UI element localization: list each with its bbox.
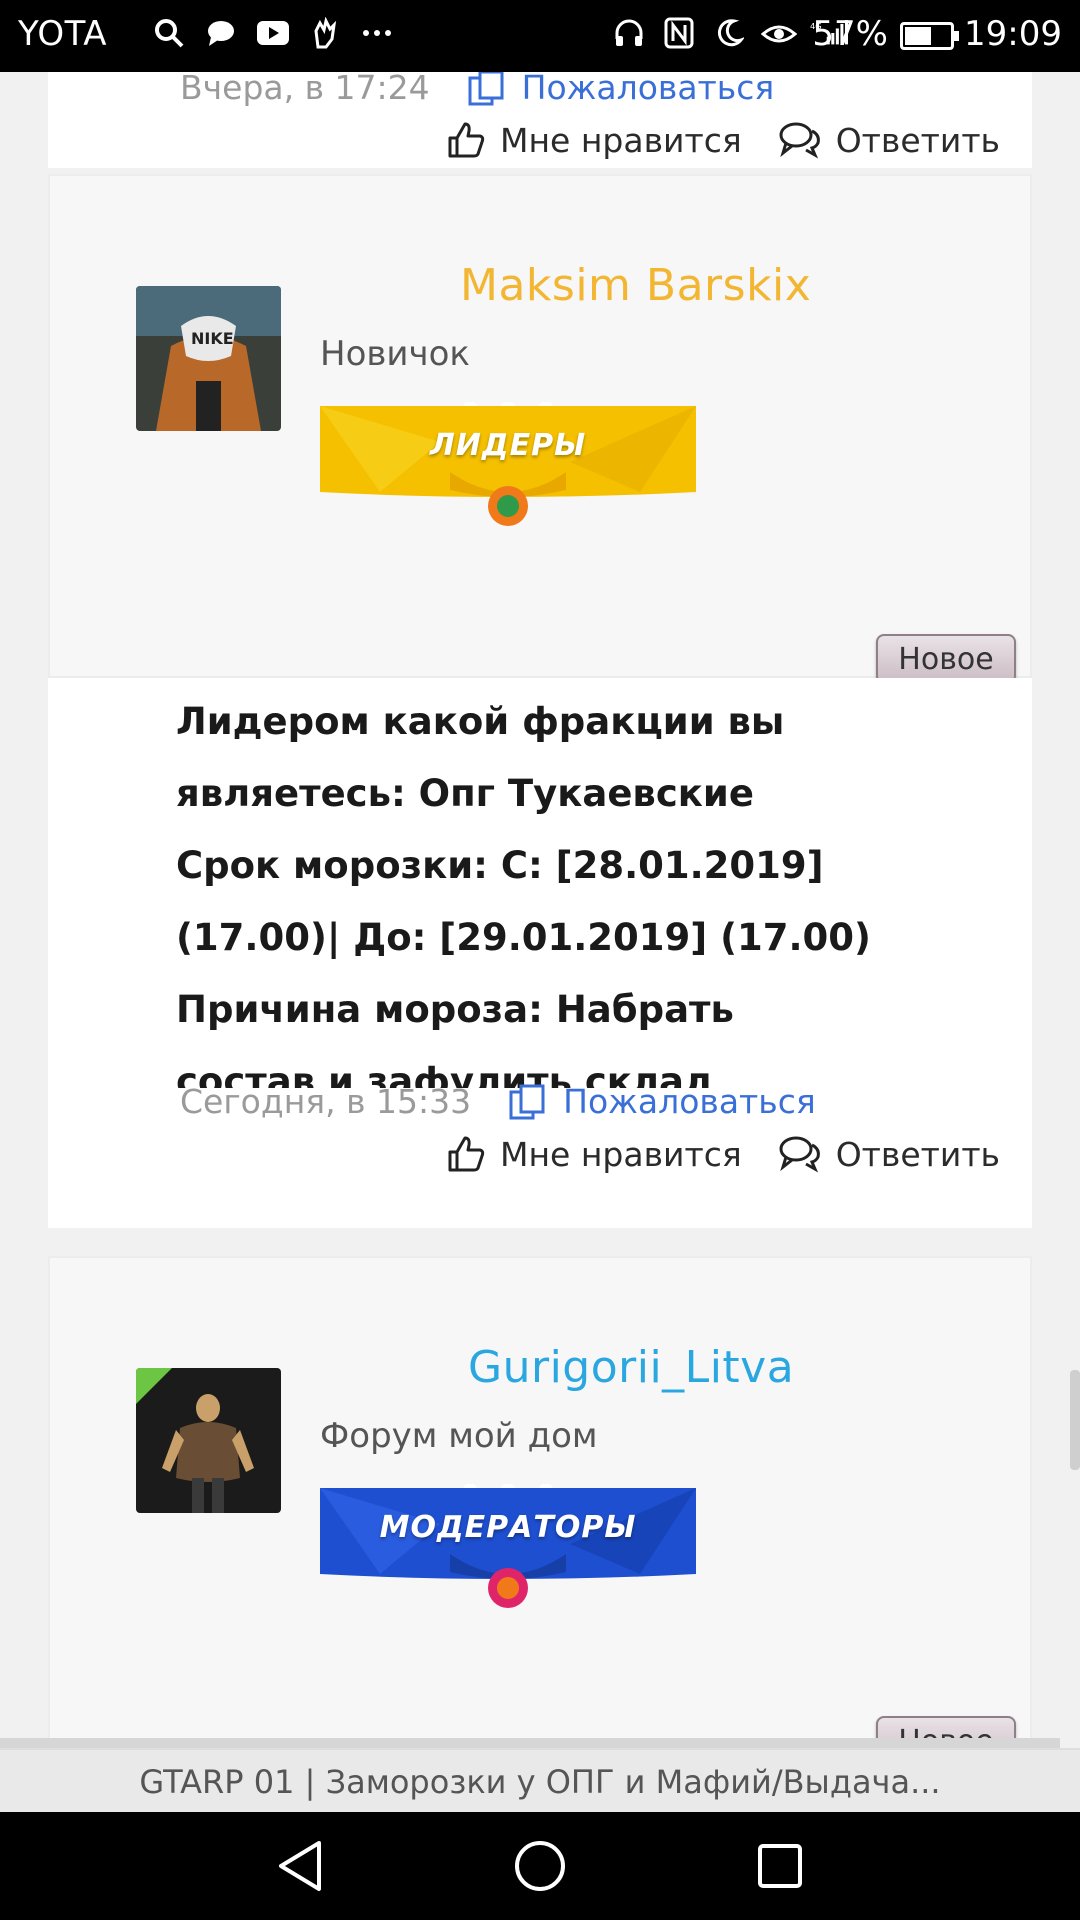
moon-icon bbox=[710, 14, 748, 52]
post-text-line: Причина мороза: Набрать bbox=[176, 988, 734, 1031]
back-button[interactable] bbox=[270, 1836, 330, 1896]
reply-label: Ответить bbox=[835, 1134, 1000, 1174]
status-bar: YOTA 4G 57% 19:09 bbox=[0, 0, 1080, 72]
post-message: Лидером какой фракции вы являетесь: Опг Т… bbox=[176, 686, 976, 1118]
report-link[interactable]: Пожаловаться bbox=[509, 1082, 816, 1121]
like-label: Мне нравится bbox=[500, 120, 742, 160]
battery-icon bbox=[900, 22, 959, 50]
recents-button[interactable] bbox=[750, 1836, 810, 1896]
like-label: Мне нравится bbox=[500, 1134, 742, 1174]
thumbs-up-icon bbox=[448, 122, 485, 158]
post-actions: Мне нравится Ответить bbox=[446, 1134, 1000, 1174]
clock: 19:09 bbox=[964, 14, 1062, 54]
leaders-badge-graphic bbox=[320, 401, 696, 526]
post-text-line: являетесь: Опг Тукаевские bbox=[176, 772, 754, 815]
post-actions: Мне нравится Ответить bbox=[446, 120, 1000, 160]
post-text-line: Лидером какой фракции вы bbox=[176, 700, 785, 743]
home-button[interactable] bbox=[510, 1836, 570, 1896]
headphones-icon bbox=[610, 14, 648, 52]
group-banner: МОДЕРАТОРЫ bbox=[320, 1483, 696, 1608]
new-label-button[interactable]: Новое bbox=[876, 634, 1016, 684]
page-divider bbox=[0, 1738, 1060, 1748]
like-button[interactable]: Мне нравится bbox=[446, 120, 742, 160]
post-text-line: (17.00)| До: [29.01.2019] (17.00) bbox=[176, 916, 871, 959]
user-title: Форум мой дом bbox=[320, 1416, 598, 1456]
user-title: Новичок bbox=[320, 334, 470, 374]
avatar[interactable]: NIKE bbox=[136, 286, 281, 431]
page-title[interactable]: GTARP 01 | Заморозки у ОПГ и Мафий/Выдач… bbox=[0, 1748, 1080, 1812]
post-author-block: Gurigorii_Litva Форум мой дом МОДЕРАТОРЫ… bbox=[48, 1256, 1032, 1748]
reply-label: Ответить bbox=[835, 120, 1000, 160]
avatar-image bbox=[136, 1368, 281, 1513]
battery-percent: 57% bbox=[812, 14, 888, 54]
avatar[interactable] bbox=[136, 1368, 281, 1513]
home-icon bbox=[515, 1841, 565, 1891]
hand-icon bbox=[306, 14, 344, 52]
report-label: Пожаловаться bbox=[563, 1082, 816, 1121]
notification-icons bbox=[150, 14, 396, 52]
post-footer: Сегодня, в 15:33 Пожаловаться Мне нравит… bbox=[48, 1082, 1032, 1228]
report-label: Пожаловаться bbox=[521, 72, 775, 107]
post-date: Вчера, в 17:24 bbox=[180, 72, 430, 107]
thumbs-up-icon bbox=[448, 1136, 485, 1172]
youtube-icon bbox=[254, 14, 292, 52]
nfc-icon bbox=[660, 14, 698, 52]
reply-icon bbox=[779, 122, 820, 159]
battery-level bbox=[905, 27, 932, 45]
thread-content[interactable]: Вчера, в 17:24 Пожаловаться Мне нравится… bbox=[0, 72, 1080, 1748]
group-banner: ЛИДЕРЫ bbox=[320, 401, 696, 526]
scrollbar[interactable] bbox=[1070, 1370, 1080, 1470]
navigation-bar bbox=[0, 1812, 1080, 1920]
avatar-image: NIKE bbox=[136, 286, 281, 431]
post-meta: Сегодня, в 15:33 Пожаловаться bbox=[180, 1082, 816, 1121]
post-meta: Вчера, в 17:24 Пожаловаться bbox=[180, 72, 774, 107]
moderators-badge-graphic bbox=[320, 1483, 696, 1608]
chat-icon bbox=[202, 14, 240, 52]
svg-text:NIKE: NIKE bbox=[191, 329, 234, 348]
username[interactable]: Gurigorii_Litva bbox=[468, 1342, 794, 1393]
reply-icon bbox=[779, 1136, 820, 1173]
post-text-line: Срок морозки: С: [28.01.2019] bbox=[176, 844, 824, 887]
carrier-label: YOTA bbox=[18, 14, 108, 54]
more-dots-icon bbox=[358, 14, 396, 52]
group-banner-label: МОДЕРАТОРЫ bbox=[379, 1510, 637, 1545]
post-date: Сегодня, в 15:33 bbox=[180, 1082, 472, 1121]
report-link[interactable]: Пожаловаться bbox=[468, 72, 775, 107]
back-icon bbox=[279, 1841, 321, 1891]
like-button[interactable]: Мне нравится bbox=[446, 1134, 742, 1174]
reply-button[interactable]: Ответить bbox=[778, 121, 1000, 160]
reply-button[interactable]: Ответить bbox=[778, 1135, 1000, 1174]
group-banner-label: ЛИДЕРЫ bbox=[429, 428, 587, 463]
eye-icon bbox=[760, 14, 798, 52]
search-icon bbox=[150, 14, 188, 52]
report-icon bbox=[509, 1084, 545, 1119]
post-body: Лидером какой фракции вы являетесь: Опг Т… bbox=[48, 678, 1032, 1103]
username[interactable]: Maksim Barskix bbox=[460, 260, 811, 311]
post-author-block: NIKE Maksim Barskix Новичок ЛИДЕРЫ Новое bbox=[48, 174, 1032, 684]
report-icon bbox=[468, 72, 504, 105]
recents-icon bbox=[758, 1844, 802, 1888]
post-footer: Вчера, в 17:24 Пожаловаться Мне нравится… bbox=[48, 72, 1032, 168]
